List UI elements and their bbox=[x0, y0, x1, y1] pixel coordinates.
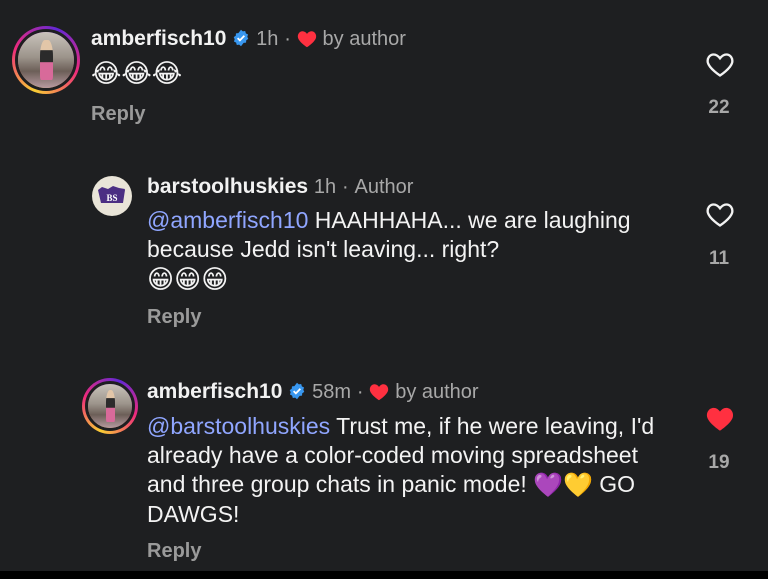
comment-header: barstoolhuskies 1h · Author bbox=[147, 175, 413, 199]
comment-text: 😂😂😂 bbox=[91, 57, 651, 88]
avatar[interactable]: BS bbox=[92, 176, 132, 216]
avatar[interactable] bbox=[82, 378, 138, 434]
like-count: 11 bbox=[708, 248, 730, 269]
bottom-edge bbox=[0, 571, 768, 579]
emoji-text: 😂😂😂 bbox=[91, 57, 183, 88]
comment-text: @amberfisch10 HAAHHAHA... we are laughin… bbox=[147, 206, 677, 294]
comment-header: amberfisch10 1h · by author bbox=[91, 27, 406, 51]
separator: · bbox=[356, 381, 364, 403]
avatar[interactable] bbox=[12, 26, 80, 94]
red-heart-icon bbox=[370, 384, 389, 401]
red-heart-icon bbox=[297, 31, 316, 48]
like-count: 19 bbox=[708, 452, 730, 473]
mention-link[interactable]: @amberfisch10 bbox=[147, 207, 308, 233]
mention-link[interactable]: @barstoolhuskies bbox=[147, 413, 330, 439]
svg-text:BS: BS bbox=[106, 193, 117, 203]
timestamp: 1h bbox=[256, 28, 279, 50]
heart-outline-icon[interactable] bbox=[706, 52, 734, 78]
emoji-text: 💜💛 bbox=[533, 472, 593, 500]
verified-badge-icon bbox=[233, 29, 249, 47]
emoji-text: 😁😁😁 bbox=[147, 264, 229, 295]
author-badge: Author bbox=[354, 176, 414, 198]
liked-by-author-label: by author bbox=[322, 28, 406, 50]
barstool-logo-icon: BS bbox=[93, 177, 131, 215]
verified-badge-icon bbox=[289, 382, 305, 400]
comment-text: @barstoolhuskies Trust me, if he were le… bbox=[147, 412, 677, 529]
username[interactable]: amberfisch10 bbox=[147, 380, 282, 403]
reply-button[interactable]: Reply bbox=[147, 306, 201, 329]
like-count: 22 bbox=[708, 97, 730, 118]
reply-button[interactable]: Reply bbox=[147, 540, 201, 563]
username[interactable]: amberfisch10 bbox=[91, 27, 226, 50]
heart-outline-icon[interactable] bbox=[706, 202, 734, 228]
username[interactable]: barstoolhuskies bbox=[147, 175, 308, 198]
reply-button[interactable]: Reply bbox=[91, 103, 145, 126]
separator: · bbox=[284, 28, 291, 50]
heart-filled-icon[interactable] bbox=[706, 406, 734, 432]
liked-by-author-label: by author bbox=[395, 381, 479, 403]
separator: · bbox=[342, 176, 349, 198]
comment-header: amberfisch10 58m · by author bbox=[147, 380, 479, 404]
timestamp: 58m bbox=[312, 381, 351, 403]
timestamp: 1h bbox=[313, 176, 337, 198]
